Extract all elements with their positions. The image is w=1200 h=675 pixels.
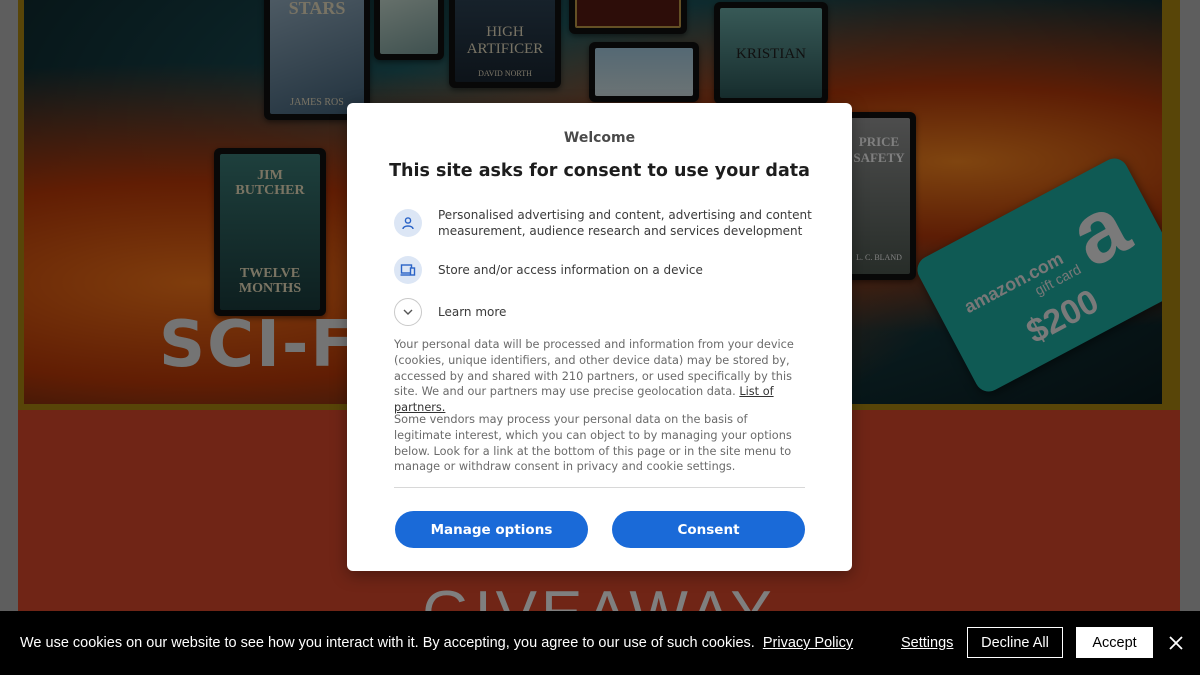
privacy-policy-link[interactable]: Privacy Policy [763, 635, 853, 651]
purpose-text: Personalised advertising and content, ad… [438, 208, 812, 238]
consent-dialog: Welcome This site asks for consent to us… [347, 103, 852, 571]
consent-paragraph-1: Your personal data will be processed and… [394, 337, 806, 416]
dialog-divider [394, 487, 805, 488]
decline-all-button[interactable]: Decline All [967, 627, 1063, 658]
cookie-settings-link[interactable]: Settings [901, 635, 953, 651]
cookie-message-text: We use cookies on our website to see how… [20, 635, 755, 651]
purpose-item: Personalised advertising and content, ad… [394, 207, 814, 239]
chevron-down-icon[interactable] [394, 298, 422, 326]
manage-options-button[interactable]: Manage options [395, 511, 588, 548]
cookie-banner: We use cookies on our website to see how… [0, 611, 1200, 675]
accept-button[interactable]: Accept [1076, 627, 1153, 658]
dialog-title: This site asks for consent to use your d… [389, 161, 810, 181]
consent-paragraph-1-text: Your personal data will be processed and… [394, 338, 794, 399]
learn-more-label[interactable]: Learn more [438, 304, 506, 320]
cookie-message: We use cookies on our website to see how… [20, 635, 853, 651]
purpose-text: Store and/or access information on a dev… [438, 263, 703, 277]
consent-paragraph-2: Some vendors may process your personal d… [394, 413, 792, 474]
learn-more-toggle[interactable]: Learn more [394, 298, 814, 326]
consent-button[interactable]: Consent [612, 511, 805, 548]
devices-icon [394, 256, 422, 284]
close-icon[interactable] [1165, 632, 1187, 654]
purpose-item: Store and/or access information on a dev… [394, 256, 814, 284]
dialog-welcome: Welcome [563, 130, 636, 146]
person-icon [394, 209, 422, 237]
